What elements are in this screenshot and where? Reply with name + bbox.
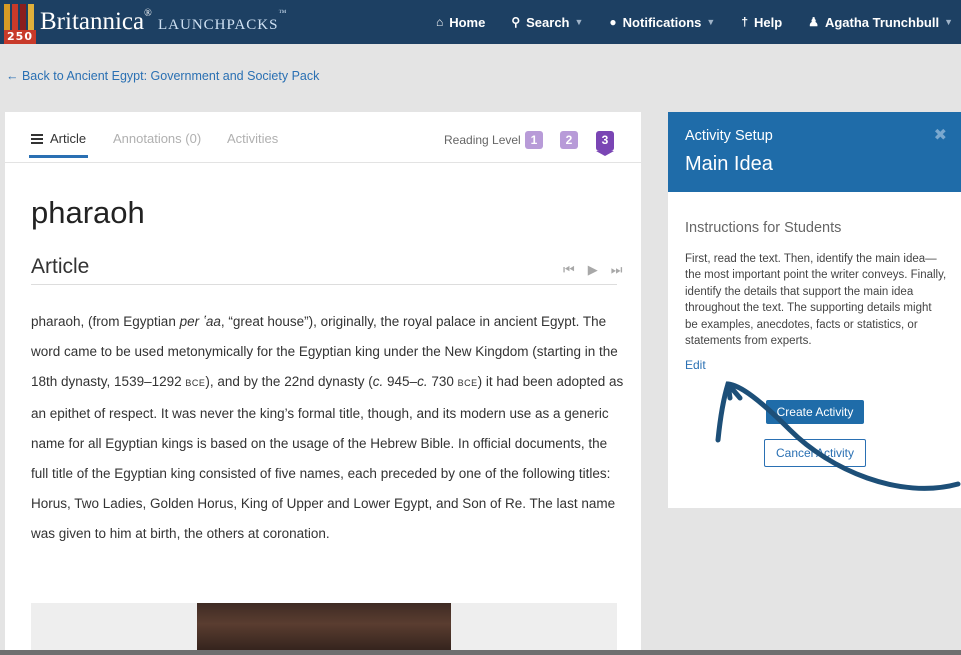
user-name: Agatha Trunchbull	[824, 14, 940, 30]
chevron-down-icon: ▼	[944, 17, 953, 27]
lightbulb-icon: †	[741, 15, 749, 29]
article-text: 945–	[383, 374, 418, 390]
brand-name: Britannica	[40, 8, 145, 35]
audio-player-controls: ⏮ ▶ ⏭	[550, 262, 622, 278]
nav-user-menu[interactable]: ♟ Agatha Trunchbull ▼	[808, 15, 953, 30]
nav-search[interactable]: ⚲ Search ▼	[511, 15, 583, 30]
nav-help[interactable]: † Help	[741, 15, 782, 30]
play-icon[interactable]: ▶	[588, 262, 598, 277]
nav-notifications[interactable]: ● Notifications ▼	[609, 15, 715, 30]
user-icon: ♟	[808, 15, 819, 29]
search-icon: ⚲	[511, 15, 521, 29]
nav-search-label: Search	[526, 14, 570, 30]
article-text: ), and by the 22nd dynasty (	[205, 374, 373, 390]
article-body: pharaoh, (from Egyptian per ʽaa, “great …	[31, 307, 625, 550]
home-icon: ⌂	[435, 15, 444, 29]
era-abbr: BCE	[185, 378, 206, 389]
nav-notifications-label: Notifications	[622, 14, 702, 30]
main-nav: ⌂ Home ⚲ Search ▼ ● Notifications ▼ † He…	[410, 0, 953, 44]
activity-header: Activity Setup Main Idea ✖	[668, 112, 961, 192]
nav-home-label: Home	[449, 14, 486, 30]
reading-level-3-button[interactable]: 3	[596, 131, 614, 156]
anniversary-logo-badge: 250	[4, 4, 36, 44]
skip-back-icon[interactable]: ⏮	[563, 262, 575, 277]
create-activity-button[interactable]: Create Activity	[766, 400, 864, 424]
active-tab-indicator	[29, 155, 89, 158]
tab-activities[interactable]: Activities	[227, 131, 278, 146]
chevron-down-icon: ▼	[574, 17, 584, 27]
nav-home[interactable]: ⌂ Home	[436, 15, 485, 30]
back-to-pack-link[interactable]: ← Back to Ancient Egypt: Government and …	[6, 69, 319, 83]
section-heading: Article	[31, 255, 90, 278]
article-text: pharaoh, (from Egyptian	[31, 314, 180, 329]
list-icon	[31, 134, 43, 144]
article-text: ) it had been adopted as an epithet of r…	[31, 374, 624, 542]
brand-logo[interactable]: Britannica® LAUNCHPACKS™	[40, 8, 286, 36]
skip-forward-icon[interactable]: ⏭	[611, 262, 623, 277]
circa-abbr: c.	[372, 374, 384, 390]
chevron-down-icon: ▼	[706, 17, 716, 27]
anniversary-number: 250	[4, 30, 36, 44]
article-panel: Article Annotations (0) Activities Readi…	[5, 112, 641, 655]
reading-level-2-button[interactable]: 2	[560, 131, 578, 149]
product-name: LAUNCHPACKS	[158, 17, 279, 33]
era-abbr: BCE	[457, 378, 478, 389]
nav-help-label: Help	[754, 14, 783, 30]
article-text: 730	[427, 374, 458, 390]
close-icon[interactable]: ✖	[934, 125, 947, 145]
comment-icon: ●	[609, 15, 617, 29]
edit-instructions-link[interactable]: Edit	[685, 358, 706, 372]
activity-setup-label: Activity Setup	[685, 128, 773, 144]
article-title: pharaoh	[31, 195, 145, 230]
section-divider	[31, 284, 617, 285]
activity-setup-panel: Activity Setup Main Idea ✖ Instructions …	[668, 112, 961, 508]
activity-title: Main Idea	[685, 153, 773, 175]
top-navigation-bar: 250 Britannica® LAUNCHPACKS™ ⌂ Home ⚲ Se…	[0, 0, 961, 44]
article-tabs: Article Annotations (0) Activities Readi…	[5, 112, 641, 163]
cancel-activity-button[interactable]: Cancel Activity	[764, 439, 866, 467]
tab-annotations[interactable]: Annotations (0)	[113, 131, 201, 146]
article-image-container	[31, 603, 617, 655]
instructions-heading: Instructions for Students	[685, 220, 842, 236]
tab-article[interactable]: Article	[29, 131, 89, 158]
reading-level-1-button[interactable]: 1	[525, 131, 543, 149]
article-image[interactable]	[197, 603, 451, 655]
article-text-italic: per ʽaa	[179, 314, 221, 329]
circa-abbr: c.	[417, 374, 428, 390]
bottom-border	[0, 650, 961, 655]
tab-article-label: Article	[50, 131, 87, 146]
reading-level-label: Reading Level	[444, 133, 521, 147]
instructions-text: First, read the text. Then, identify the…	[685, 253, 947, 348]
